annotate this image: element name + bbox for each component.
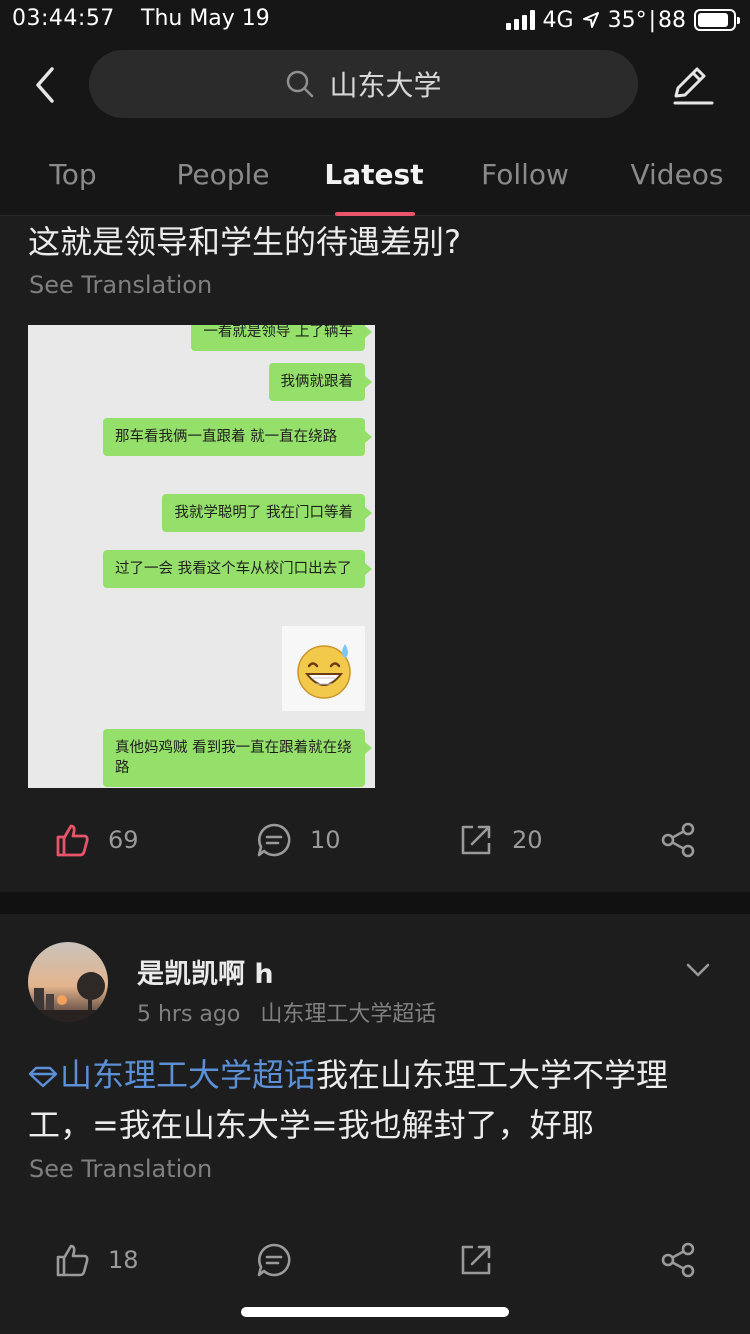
back-button[interactable]: [22, 62, 68, 108]
search-header: 山东大学: [0, 40, 750, 140]
chat-bubble: 我俩就跟着: [268, 363, 372, 401]
topic-link[interactable]: 山东理工大学超话: [28, 1056, 316, 1094]
post-meta: 5 hrs ago 山东理工大学超话: [137, 996, 436, 1028]
see-translation-link[interactable]: See Translation: [29, 1155, 212, 1183]
search-query: 山东大学: [329, 69, 442, 102]
share-icon: [661, 822, 695, 858]
repost-button[interactable]: [458, 1230, 494, 1290]
post-image[interactable]: 一看就是领导 上了辆车 我俩就跟着 那车看我俩一直跟着 就一直在绕路 我就学聪明…: [28, 325, 375, 788]
comment-button[interactable]: 10: [256, 810, 341, 870]
feed-divider: [0, 892, 750, 914]
post-time: 5 hrs ago: [137, 1002, 241, 1027]
chat-bubble: 我就学聪明了 我在门口等着: [162, 494, 372, 532]
battery-icon: [694, 9, 740, 31]
comment-icon: [257, 1243, 291, 1277]
share-button[interactable]: [660, 1230, 696, 1290]
avatar[interactable]: [28, 942, 108, 1022]
chat-bubble: 一看就是领导 上了辆车: [191, 325, 372, 351]
post-card: 这就是领导和学生的待遇差别? See Translation 一看就是领导 上了…: [0, 216, 750, 892]
status-indicators: 4G 35° | 88: [505, 6, 740, 34]
search-input[interactable]: 山东大学: [89, 50, 638, 118]
thumbs-up-icon: [56, 824, 89, 857]
repost-button[interactable]: 20: [458, 810, 543, 870]
network-type: 4G: [542, 7, 574, 33]
result-tabs: Top People Latest Follow Videos: [0, 150, 750, 216]
comment-count: 10: [310, 826, 341, 854]
chevron-left-icon: [36, 67, 54, 103]
post-card: 是凯凯啊 h 5 hrs ago 山东理工大学超话 山东理工大学超话我在山东理工大…: [0, 914, 750, 1334]
post-source[interactable]: 山东理工大学超话: [260, 1002, 436, 1027]
temperature: 35°: [607, 7, 647, 33]
location-arrow-icon: [582, 12, 599, 28]
sweat-smile-emoji-icon: [282, 626, 365, 711]
chat-bubble: 真他妈鸡贼 看到我一直在跟着就在绕路: [103, 729, 372, 787]
comment-button[interactable]: [256, 1230, 292, 1290]
tab-follow[interactable]: Follow: [481, 158, 569, 191]
home-indicator[interactable]: [241, 1307, 509, 1317]
tab-videos[interactable]: Videos: [630, 158, 723, 191]
chat-bubble: 那车看我俩一直跟着 就一直在绕路: [103, 418, 372, 456]
post-text: 这就是领导和学生的待遇差别?: [28, 223, 461, 261]
post-options-button[interactable]: [680, 956, 716, 984]
repost-count: 20: [512, 826, 543, 854]
like-button[interactable]: 69: [54, 810, 139, 870]
status-date: Thu May 19: [141, 6, 270, 31]
cellular-signal-icon: [505, 10, 535, 30]
like-button[interactable]: 18: [54, 1230, 139, 1290]
see-translation-link[interactable]: See Translation: [29, 271, 212, 299]
repost-icon: [461, 825, 491, 855]
username[interactable]: 是凯凯啊 h: [137, 952, 274, 991]
pencil-icon: [673, 67, 714, 105]
share-button[interactable]: [660, 810, 696, 870]
chat-bubble: 过了一会 我看这个车从校门口出去了: [103, 550, 372, 588]
post-actions: 69 10 20: [0, 810, 750, 870]
chevron-down-icon: [686, 963, 710, 977]
share-icon: [661, 1242, 695, 1278]
repost-icon: [461, 1245, 491, 1275]
like-count: 18: [108, 1246, 139, 1274]
thumbs-up-icon: [56, 1244, 89, 1277]
tab-top[interactable]: Top: [49, 158, 96, 191]
search-icon: [287, 70, 314, 98]
diamond-icon: [28, 1066, 58, 1088]
tab-latest[interactable]: Latest: [324, 158, 423, 191]
like-count: 69: [108, 826, 139, 854]
compose-button[interactable]: [664, 60, 718, 110]
battery-percent: 88: [658, 7, 686, 33]
post-text: 山东理工大学超话我在山东理工大学不学理工，=我在山东大学=我也解封了，好耶: [28, 1050, 728, 1150]
comment-icon: [257, 823, 291, 857]
status-time: 03:44:57: [12, 6, 115, 31]
post-actions: 18: [0, 1230, 750, 1290]
topic-label: 山东理工大学超话: [60, 1056, 317, 1094]
tab-people[interactable]: People: [176, 158, 269, 191]
status-bar: 03:44:57 Thu May 19 4G 35° | 88: [0, 0, 750, 40]
